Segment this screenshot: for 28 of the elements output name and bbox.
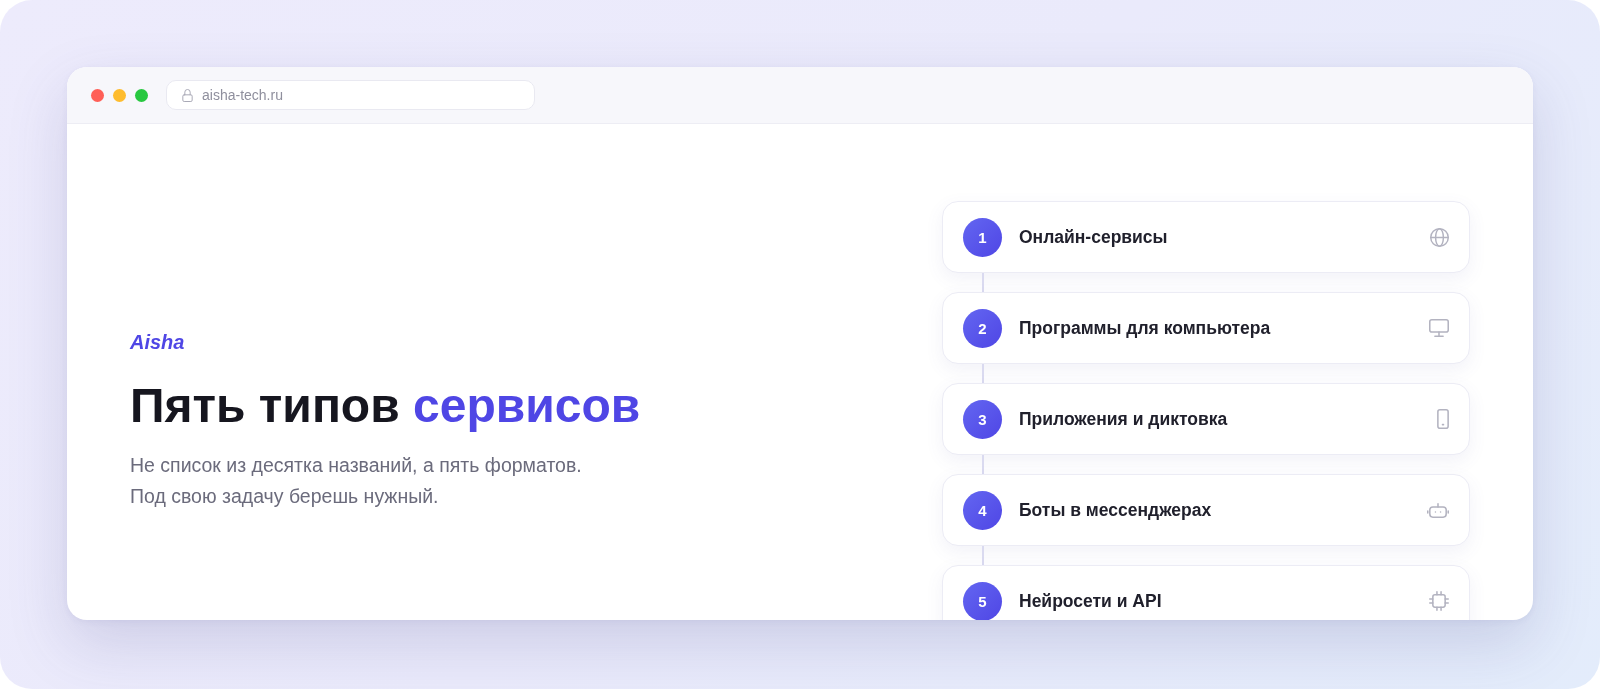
- monitor-icon: [1429, 319, 1449, 337]
- service-title: Нейросети и API: [1019, 590, 1163, 612]
- description-text: Не список из десятка названий, а пять форматов.: [130, 453, 582, 478]
- page-heading: Пять типов сервисов: [130, 378, 641, 434]
- step-number: 4: [963, 490, 1002, 530]
- service-title: Приложения и диктовка: [1019, 408, 1229, 430]
- connector-line: [982, 364, 984, 383]
- close-button[interactable]: [91, 88, 104, 102]
- connector-line: [982, 455, 984, 474]
- step-number: 1: [963, 217, 1002, 257]
- service-title: Боты в мессенджерах: [1019, 499, 1213, 521]
- maximize-button[interactable]: [135, 88, 148, 102]
- service-title: Онлайн-сервисы: [1019, 226, 1169, 248]
- lock-icon: [182, 88, 193, 102]
- description-text: Под свою задачу берешь нужный.: [130, 484, 440, 509]
- step-number: 3: [963, 399, 1002, 439]
- address-bar[interactable]: aisha-tech.ru: [166, 80, 535, 110]
- step-number: 5: [963, 581, 1002, 620]
- connector-line: [982, 273, 984, 292]
- smartphone-icon: [1437, 409, 1449, 429]
- minimize-button[interactable]: [113, 88, 126, 102]
- connector-line: [982, 546, 984, 565]
- step-number: 2: [963, 308, 1002, 348]
- chip-icon: [1429, 591, 1449, 611]
- robot-icon: [1427, 502, 1449, 518]
- service-title: Программы для компьютера: [1019, 317, 1272, 339]
- brand-name: Aisha: [130, 330, 185, 354]
- globe-icon: [1430, 227, 1449, 247]
